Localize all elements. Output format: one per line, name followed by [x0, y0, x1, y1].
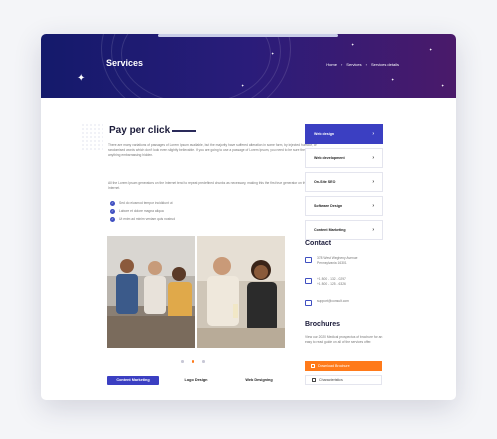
- address-text: 378 West Wegheny Avenue Pennsylvania 163…: [317, 256, 358, 265]
- sidebar-item-web-development[interactable]: Web development ›: [305, 148, 383, 168]
- page-card: ✦ ✦ ✦ ✦ ✦ ✦ ✦ Services Home › Services ›…: [41, 34, 456, 400]
- contact-heading: Contact: [305, 240, 332, 247]
- sidebar-item-web-design[interactable]: Web design ›: [305, 124, 383, 144]
- friends-photo: [197, 236, 285, 348]
- phone-icon: [305, 278, 312, 284]
- sidebar-item-label: Web design: [314, 132, 335, 136]
- star-icon: ✦: [271, 51, 275, 56]
- content-paragraph: All the Lorem Ipsum generators on the In…: [108, 181, 308, 191]
- chevron-right-icon: ›: [372, 203, 374, 209]
- download-label: Download Brochure: [318, 364, 350, 368]
- contact-email: support@consult.com: [305, 299, 349, 306]
- title-underline: [172, 130, 196, 132]
- sidebar-item-label: On-Site SEO: [314, 180, 336, 184]
- star-icon: ✦: [441, 83, 445, 88]
- breadcrumb-separator: ›: [340, 62, 343, 67]
- sidebar-item-label: Web development: [314, 156, 345, 160]
- brochures-heading: Brochures: [305, 321, 341, 328]
- sidebar-item-on-site-seo[interactable]: On-Site SEO ›: [305, 172, 383, 192]
- dot-pattern: [81, 123, 103, 151]
- content-title: Pay per click: [109, 125, 171, 136]
- check-icon: ✓: [110, 216, 115, 222]
- tab-web-designing[interactable]: Web Designing: [233, 376, 285, 385]
- breadcrumb: Home › Services › Services details: [326, 62, 399, 67]
- download-brochure-button[interactable]: Download Brochure: [305, 361, 382, 371]
- tab-logo-design[interactable]: Logo Design: [171, 376, 221, 385]
- list-item-text: Labore et dolore magna aliqua: [119, 209, 164, 213]
- carousel-dot-active[interactable]: [191, 360, 194, 363]
- breadcrumb-home[interactable]: Home: [326, 62, 337, 67]
- star-icon: ✦: [391, 77, 395, 82]
- star-icon: ✦: [429, 47, 433, 52]
- hero-banner: ✦ ✦ ✦ ✦ ✦ ✦ ✦ Services Home › Services ›…: [41, 34, 456, 98]
- tab-content-marketing[interactable]: Content Marketing: [107, 376, 159, 385]
- phone-number[interactable]: +1 800 - 125 - 6326: [317, 282, 346, 287]
- page-title: Services: [106, 58, 144, 68]
- carousel-dot[interactable]: [181, 360, 184, 363]
- breadcrumb-services[interactable]: Services: [346, 62, 361, 67]
- document-icon: [312, 378, 316, 382]
- service-tabs: Content Marketing Logo Design Web Design…: [107, 376, 285, 385]
- sidebar-item-label: Software Design: [314, 204, 343, 208]
- sparkle-icon: ✦: [77, 73, 86, 84]
- chevron-right-icon: ›: [372, 227, 374, 233]
- phone-numbers: +1 800 - 132 - 0297 +1 800 - 125 - 6326: [317, 277, 346, 287]
- content-paragraph: There are many variations of passages of…: [108, 143, 317, 158]
- list-item: ✓ Labore et dolore magna aliqua: [110, 207, 175, 215]
- pdf-icon: [311, 364, 315, 368]
- sidebar-item-label: Content Marketing: [314, 228, 346, 232]
- list-item: ✓ Ut enim ad minim veniam quis nostrud: [110, 215, 175, 223]
- check-icon: ✓: [110, 200, 115, 206]
- window-topline: [158, 34, 338, 37]
- carousel-dot[interactable]: [202, 360, 205, 363]
- sidebar-item-content-marketing[interactable]: Content Marketing ›: [305, 220, 383, 240]
- chevron-right-icon: ›: [372, 179, 374, 185]
- check-icon: ✓: [110, 208, 115, 214]
- list-item: ✓ Sed do eiusmod tempor incididunt ut: [110, 199, 175, 207]
- chevron-right-icon: ›: [372, 131, 374, 137]
- characteristics-label: Characteristics: [319, 378, 343, 382]
- team-photo: [107, 236, 195, 348]
- star-icon: ✦: [241, 83, 245, 88]
- list-item-text: Sed do eiusmod tempor incididunt ut: [119, 201, 173, 205]
- chevron-right-icon: ›: [372, 155, 374, 161]
- contact-phone: +1 800 - 132 - 0297 +1 800 - 125 - 6326: [305, 277, 346, 287]
- mail-icon: [305, 300, 312, 306]
- star-icon: ✦: [351, 42, 355, 47]
- breadcrumb-separator: ›: [365, 62, 367, 67]
- services-sidebar: Web design › Web development › On-Site S…: [305, 124, 383, 244]
- email-link[interactable]: support@consult.com: [317, 299, 349, 306]
- map-icon: [305, 257, 312, 263]
- carousel-dots: [181, 360, 205, 363]
- hero-decor-ring: [121, 34, 271, 98]
- characteristics-button[interactable]: Characteristics: [305, 375, 382, 385]
- list-item-text: Ut enim ad minim veniam quis nostrud: [119, 217, 176, 221]
- sidebar-item-software-design[interactable]: Software Design ›: [305, 196, 383, 216]
- contact-address: 378 West Wegheny Avenue Pennsylvania 163…: [305, 256, 377, 266]
- breadcrumb-current: Services details: [370, 62, 399, 67]
- brochures-description: View our 2020 Medical prospectus of broc…: [305, 335, 383, 345]
- feature-list: ✓ Sed do eiusmod tempor incididunt ut ✓ …: [110, 199, 175, 223]
